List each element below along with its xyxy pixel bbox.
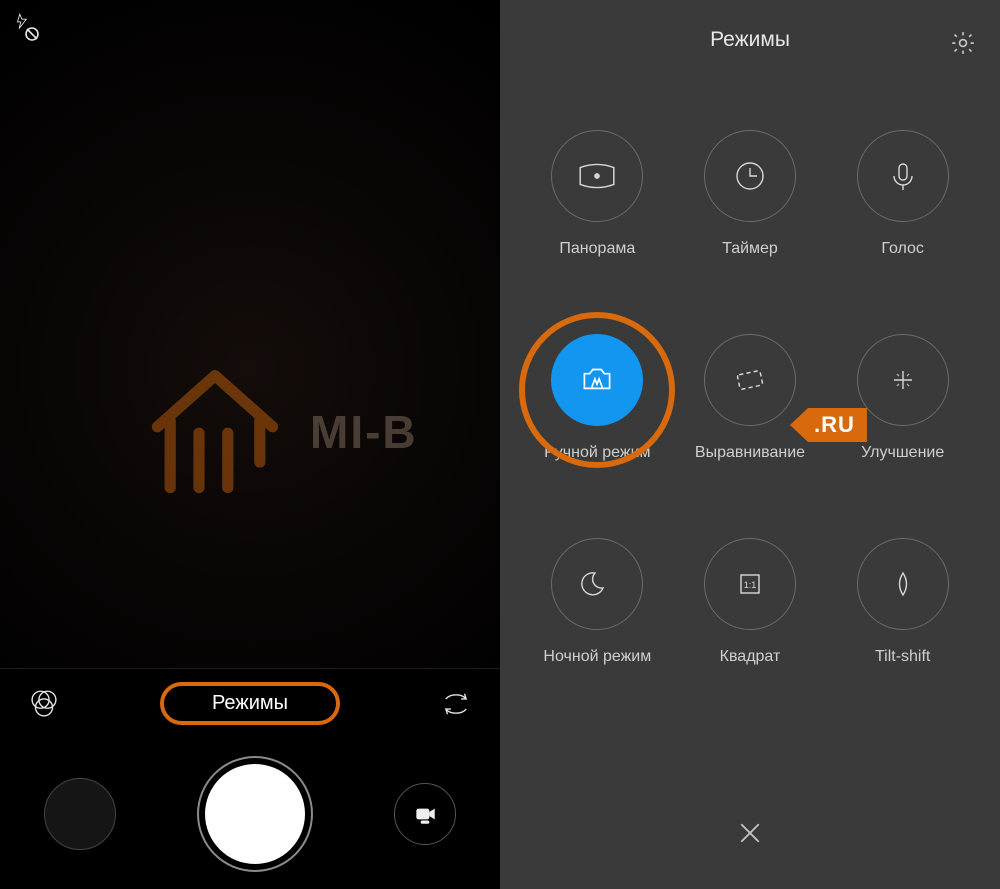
panorama-icon	[551, 130, 643, 222]
mode-voice[interactable]: Голос	[831, 130, 974, 258]
modes-grid: Панорама Таймер Голос	[526, 130, 974, 666]
filters-icon[interactable]	[24, 684, 64, 724]
manual-icon	[551, 334, 643, 426]
mode-label: Квадрат	[720, 648, 781, 666]
mode-straighten[interactable]: Выравнивание	[679, 334, 822, 462]
camera-modes-screen: Режимы Панорама Таймер	[500, 0, 1000, 889]
svg-text:1:1: 1:1	[744, 580, 757, 590]
watermark-logo-icon	[135, 350, 295, 510]
enhance-icon	[857, 334, 949, 426]
mode-label: Таймер	[722, 240, 778, 258]
mode-label: Выравнивание	[695, 444, 805, 462]
tiltshift-icon	[857, 538, 949, 630]
mode-tiltshift[interactable]: Tilt-shift	[831, 538, 974, 666]
video-mode-button[interactable]	[394, 783, 456, 845]
close-icon[interactable]	[735, 818, 765, 853]
night-icon	[551, 538, 643, 630]
straighten-icon	[704, 334, 796, 426]
modes-button[interactable]: Режимы	[160, 682, 340, 725]
mode-label: Панорама	[559, 240, 635, 258]
mode-night[interactable]: Ночной режим	[526, 538, 669, 666]
camera-toolbar: Режимы	[0, 668, 500, 738]
mode-square[interactable]: 1:1 Квадрат	[679, 538, 822, 666]
voice-icon	[857, 130, 949, 222]
mode-panorama[interactable]: Панорама	[526, 130, 669, 258]
modes-title: Режимы	[710, 28, 790, 52]
camera-viewfinder-screen: MI-B Режимы	[0, 0, 500, 889]
shutter-bar	[0, 739, 500, 889]
mode-label: Улучшение	[861, 444, 944, 462]
mode-enhance[interactable]: Улучшение	[831, 334, 974, 462]
modes-button-label: Режимы	[212, 692, 288, 714]
timer-icon	[704, 130, 796, 222]
mode-label: Голос	[881, 240, 924, 258]
viewfinder[interactable]: MI-B	[0, 0, 500, 670]
modes-header: Режимы	[500, 0, 1000, 80]
switch-camera-icon[interactable]	[436, 684, 476, 724]
gallery-preview-button[interactable]	[44, 778, 116, 850]
mode-manual[interactable]: Ручной режим	[526, 334, 669, 462]
mode-label: Ручной режим	[544, 444, 650, 462]
mode-timer[interactable]: Таймер	[679, 130, 822, 258]
shutter-button[interactable]	[205, 764, 305, 864]
gear-icon[interactable]	[950, 30, 976, 62]
flash-mode-icon[interactable]	[12, 12, 42, 47]
watermark-text: MI-B	[310, 405, 418, 459]
square-icon: 1:1	[704, 538, 796, 630]
mode-label: Ночной режим	[543, 648, 651, 666]
mode-label: Tilt-shift	[875, 648, 930, 666]
